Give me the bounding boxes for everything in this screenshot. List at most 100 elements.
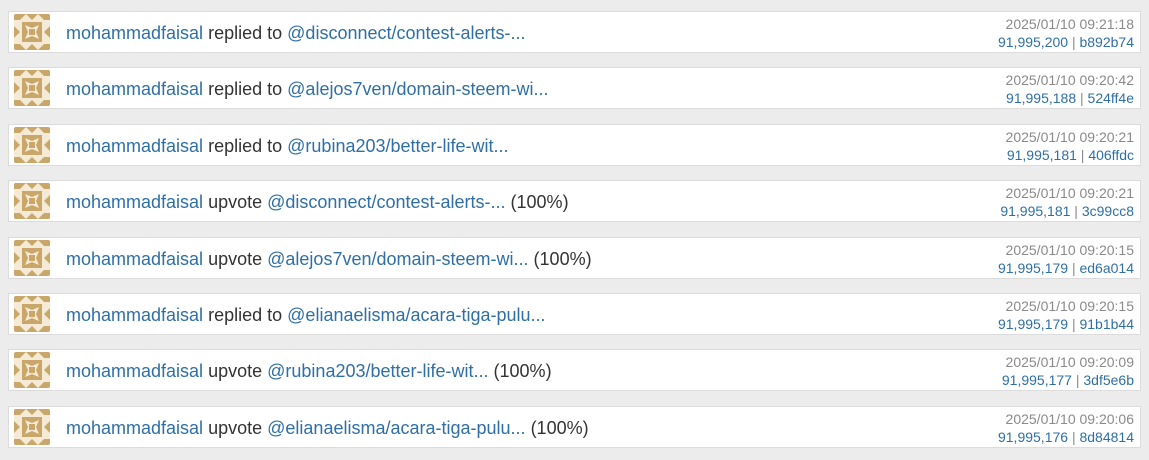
operation-text: mohammadfaisal replied to @rubina203/bet… bbox=[66, 135, 509, 157]
activity-row: mohammadfaisal replied to @disconnect/co… bbox=[8, 11, 1141, 53]
vote-weight: (100%) bbox=[510, 192, 569, 212]
timestamp: 2025/01/10 09:20:15 bbox=[1005, 298, 1134, 314]
row-meta: 2025/01/10 09:20:21 91,995,181 | 406ffdc bbox=[1006, 128, 1134, 164]
transaction-link[interactable]: b892b74 bbox=[1079, 34, 1134, 50]
block-info: 91,995,188 | 524ff4e bbox=[1006, 89, 1134, 107]
separator: | bbox=[1068, 260, 1080, 276]
identicon-avatar-icon bbox=[14, 127, 50, 163]
activity-row: mohammadfaisal upvote @elianaelisma/acar… bbox=[8, 406, 1141, 448]
row-meta: 2025/01/10 09:20:15 91,995,179 | ed6a014 bbox=[998, 241, 1134, 277]
username-link[interactable]: mohammadfaisal bbox=[66, 418, 203, 438]
separator: | bbox=[1068, 316, 1080, 332]
identicon-avatar-icon bbox=[14, 183, 50, 219]
row-meta: 2025/01/10 09:20:09 91,995,177 | 3df5e6b bbox=[1002, 353, 1134, 389]
transaction-link[interactable]: 8d84814 bbox=[1079, 429, 1134, 445]
post-link[interactable]: @alejos7ven/domain-steem-wi... bbox=[287, 79, 548, 99]
vote-weight: (100%) bbox=[493, 361, 552, 381]
transaction-link[interactable]: 91b1b44 bbox=[1079, 316, 1134, 332]
username-link[interactable]: mohammadfaisal bbox=[66, 23, 203, 43]
post-link[interactable]: @disconnect/contest-alerts-... bbox=[267, 192, 505, 212]
block-number-link[interactable]: 91,995,177 bbox=[1002, 372, 1072, 388]
block-number-link[interactable]: 91,995,176 bbox=[998, 429, 1068, 445]
avatar[interactable] bbox=[14, 183, 50, 219]
avatar[interactable] bbox=[14, 240, 50, 276]
vote-weight: (100%) bbox=[533, 249, 592, 269]
action-text: upvote bbox=[208, 249, 263, 269]
row-meta: 2025/01/10 09:20:06 91,995,176 | 8d84814 bbox=[998, 410, 1134, 446]
transaction-link[interactable]: ed6a014 bbox=[1079, 260, 1134, 276]
avatar[interactable] bbox=[14, 296, 50, 332]
avatar[interactable] bbox=[14, 409, 50, 445]
block-info: 91,995,181 | 3c99cc8 bbox=[1000, 202, 1134, 220]
block-number-link[interactable]: 91,995,179 bbox=[998, 316, 1068, 332]
identicon-avatar-icon bbox=[14, 296, 50, 332]
avatar[interactable] bbox=[14, 70, 50, 106]
timestamp: 2025/01/10 09:20:06 bbox=[1005, 411, 1134, 427]
activity-row: mohammadfaisal upvote @rubina203/better-… bbox=[8, 349, 1141, 391]
block-number-link[interactable]: 91,995,179 bbox=[998, 260, 1068, 276]
username-link[interactable]: mohammadfaisal bbox=[66, 136, 203, 156]
separator: | bbox=[1071, 372, 1084, 388]
action-text: upvote bbox=[208, 361, 263, 381]
separator: | bbox=[1076, 147, 1089, 163]
transaction-link[interactable]: 3c99cc8 bbox=[1082, 203, 1134, 219]
post-link[interactable]: @elianaelisma/acara-tiga-pulu... bbox=[267, 418, 525, 438]
separator: | bbox=[1068, 34, 1080, 50]
post-link[interactable]: @elianaelisma/acara-tiga-pulu... bbox=[287, 305, 545, 325]
operation-text: mohammadfaisal replied to @disconnect/co… bbox=[66, 22, 526, 44]
row-meta: 2025/01/10 09:20:42 91,995,188 | 524ff4e bbox=[1006, 71, 1134, 107]
block-info: 91,995,200 | b892b74 bbox=[998, 33, 1134, 51]
action-text: replied to bbox=[208, 136, 283, 156]
separator: | bbox=[1076, 90, 1088, 106]
avatar[interactable] bbox=[14, 352, 50, 388]
operation-text: mohammadfaisal replied to @alejos7ven/do… bbox=[66, 78, 549, 100]
row-meta: 2025/01/10 09:20:15 91,995,179 | 91b1b44 bbox=[998, 297, 1134, 333]
action-text: replied to bbox=[208, 305, 283, 325]
identicon-avatar-icon bbox=[14, 352, 50, 388]
avatar[interactable] bbox=[14, 127, 50, 163]
activity-feed: mohammadfaisal replied to @disconnect/co… bbox=[0, 0, 1149, 460]
action-text: upvote bbox=[208, 418, 263, 438]
username-link[interactable]: mohammadfaisal bbox=[66, 305, 203, 325]
separator: | bbox=[1070, 203, 1082, 219]
block-number-link[interactable]: 91,995,188 bbox=[1006, 90, 1076, 106]
username-link[interactable]: mohammadfaisal bbox=[66, 249, 203, 269]
timestamp: 2025/01/10 09:20:21 bbox=[1005, 185, 1134, 201]
operation-text: mohammadfaisal upvote @disconnect/contes… bbox=[66, 191, 569, 213]
activity-row: mohammadfaisal replied to @rubina203/bet… bbox=[8, 124, 1141, 166]
transaction-link[interactable]: 406ffdc bbox=[1088, 147, 1134, 163]
identicon-avatar-icon bbox=[14, 70, 50, 106]
identicon-avatar-icon bbox=[14, 240, 50, 276]
operation-text: mohammadfaisal upvote @elianaelisma/acar… bbox=[66, 417, 589, 439]
transaction-link[interactable]: 524ff4e bbox=[1088, 90, 1134, 106]
vote-weight: (100%) bbox=[530, 418, 589, 438]
post-link[interactable]: @rubina203/better-life-wit... bbox=[287, 136, 508, 156]
block-number-link[interactable]: 91,995,181 bbox=[1000, 203, 1070, 219]
timestamp: 2025/01/10 09:21:18 bbox=[1005, 16, 1134, 32]
username-link[interactable]: mohammadfaisal bbox=[66, 361, 203, 381]
action-text: upvote bbox=[208, 192, 263, 212]
username-link[interactable]: mohammadfaisal bbox=[66, 79, 203, 99]
activity-row: mohammadfaisal replied to @elianaelisma/… bbox=[8, 293, 1141, 335]
block-info: 91,995,179 | ed6a014 bbox=[998, 259, 1134, 277]
operation-text: mohammadfaisal upvote @alejos7ven/domain… bbox=[66, 248, 592, 270]
row-meta: 2025/01/10 09:20:21 91,995,181 | 3c99cc8 bbox=[1000, 184, 1134, 220]
post-link[interactable]: @rubina203/better-life-wit... bbox=[267, 361, 488, 381]
username-link[interactable]: mohammadfaisal bbox=[66, 192, 203, 212]
activity-row: mohammadfaisal upvote @disconnect/contes… bbox=[8, 180, 1141, 222]
transaction-link[interactable]: 3df5e6b bbox=[1083, 372, 1134, 388]
post-link[interactable]: @alejos7ven/domain-steem-wi... bbox=[267, 249, 528, 269]
timestamp: 2025/01/10 09:20:42 bbox=[1005, 72, 1134, 88]
block-info: 91,995,181 | 406ffdc bbox=[1006, 146, 1134, 164]
block-number-link[interactable]: 91,995,200 bbox=[998, 34, 1068, 50]
activity-row: mohammadfaisal replied to @alejos7ven/do… bbox=[8, 67, 1141, 109]
separator: | bbox=[1068, 429, 1080, 445]
timestamp: 2025/01/10 09:20:21 bbox=[1005, 129, 1134, 145]
block-number-link[interactable]: 91,995,181 bbox=[1007, 147, 1077, 163]
avatar[interactable] bbox=[14, 14, 50, 50]
post-link[interactable]: @disconnect/contest-alerts-... bbox=[287, 23, 525, 43]
operation-text: mohammadfaisal upvote @rubina203/better-… bbox=[66, 360, 552, 382]
activity-row: mohammadfaisal upvote @alejos7ven/domain… bbox=[8, 237, 1141, 279]
row-meta: 2025/01/10 09:21:18 91,995,200 | b892b74 bbox=[998, 15, 1134, 51]
block-info: 91,995,177 | 3df5e6b bbox=[1002, 371, 1134, 389]
